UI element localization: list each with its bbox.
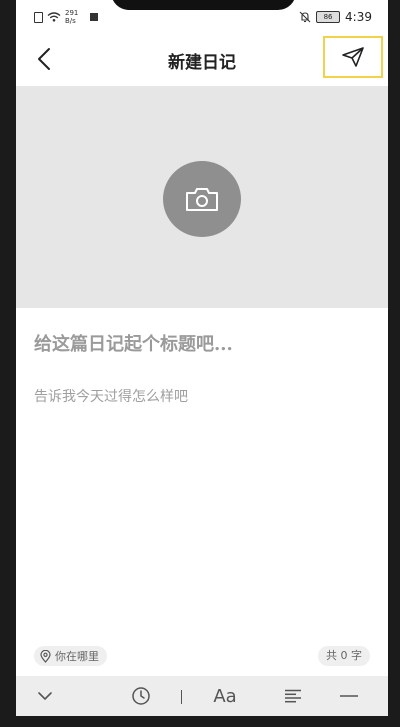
wifi-icon — [47, 12, 61, 22]
send-icon — [342, 47, 364, 67]
time-button[interactable] — [126, 676, 156, 716]
sim-card-icon — [34, 11, 43, 23]
diary-title-input[interactable]: 给这篇日记起个标题吧... — [34, 330, 374, 356]
status-bar: 291 B/s 86 4:39 — [16, 0, 388, 34]
network-speed: 291 B/s — [65, 9, 78, 25]
battery-icon: 86 — [316, 11, 341, 23]
font-style-button[interactable]: Aa — [208, 676, 242, 716]
divider-line-button[interactable] — [334, 676, 364, 716]
header: 新建日记 — [16, 34, 388, 84]
chevron-down-icon — [38, 692, 52, 701]
collapse-keyboard-button[interactable] — [30, 676, 60, 716]
app-screen: 291 B/s 86 4:39 新建日记 给这篇日记起个标题吧... 告诉我今天… — [16, 0, 388, 716]
notification-icon — [90, 13, 99, 21]
horizontal-line-icon — [340, 695, 358, 697]
toolbar-divider — [181, 690, 182, 704]
font-style-label: Aa — [213, 685, 237, 707]
align-button[interactable] — [278, 676, 308, 716]
location-button[interactable]: 你在哪里 — [34, 646, 107, 666]
diary-content-input[interactable]: 告诉我今天过得怎么样吧 — [34, 386, 374, 406]
word-count-badge: 共 0 字 — [318, 646, 370, 666]
send-button[interactable] — [323, 36, 383, 78]
align-left-icon — [285, 689, 301, 703]
cover-image-area[interactable] — [16, 86, 388, 308]
network-speed-value: 291 — [65, 9, 79, 17]
location-label: 你在哪里 — [55, 650, 99, 663]
editor-toolbar: Aa — [16, 676, 388, 716]
camera-icon — [186, 188, 218, 211]
clock-icon — [132, 687, 150, 705]
add-photo-button[interactable] — [163, 161, 241, 237]
clock: 4:39 — [345, 10, 372, 24]
location-pin-icon — [40, 649, 51, 663]
bell-off-icon — [299, 11, 311, 23]
network-speed-unit: B/s — [65, 17, 76, 25]
